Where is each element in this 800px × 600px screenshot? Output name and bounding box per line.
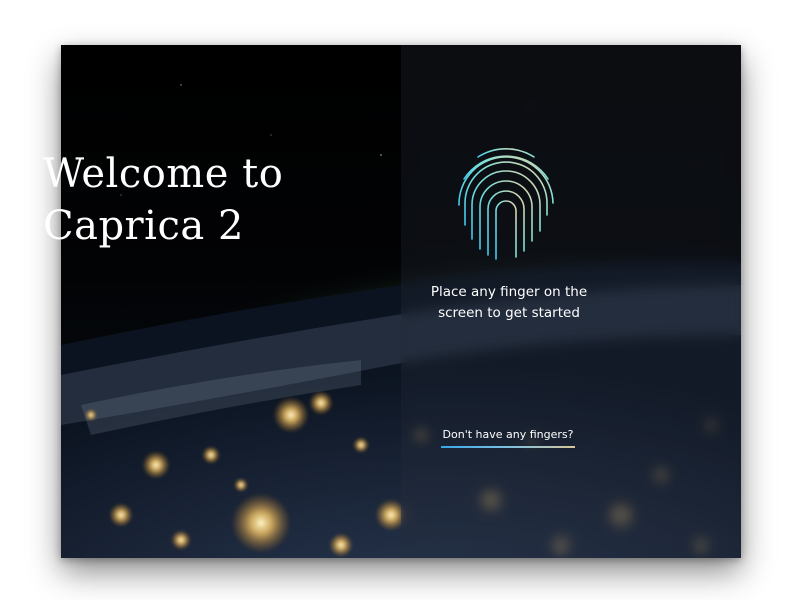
welcome-screen xyxy=(61,45,741,558)
instruction-line-2: screen to get started xyxy=(438,305,580,321)
welcome-line-1: Welcome to xyxy=(43,151,284,197)
fingerprint-icon[interactable] xyxy=(450,145,562,265)
fingerprint-instruction: Place any finger on the screen to get st… xyxy=(404,282,614,324)
no-fingers-link[interactable]: Don't have any fingers? xyxy=(441,427,575,448)
welcome-line-2: Caprica 2 xyxy=(43,203,244,249)
link-underline xyxy=(441,446,575,448)
instruction-line-1: Place any finger on the xyxy=(430,284,588,300)
welcome-heading: Welcome to Caprica 2 xyxy=(43,148,283,252)
no-fingers-link-label: Don't have any fingers? xyxy=(442,428,574,441)
